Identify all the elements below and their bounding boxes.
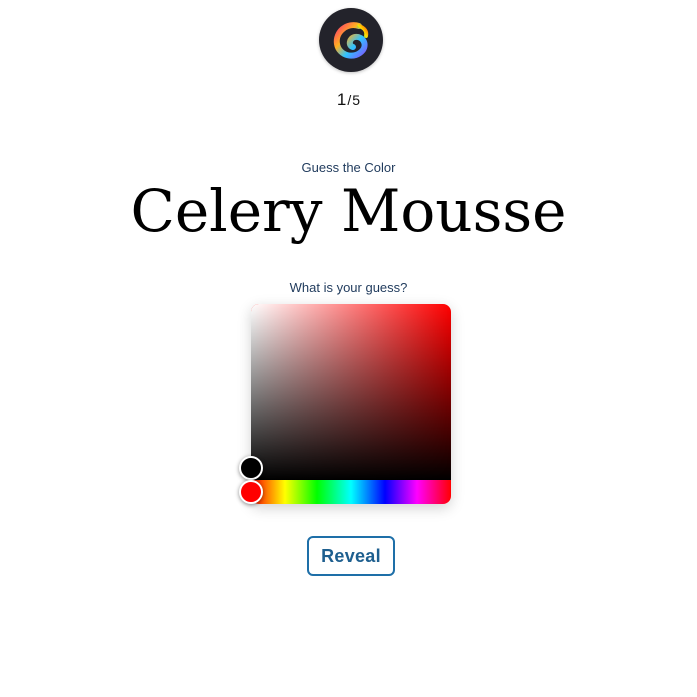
guess-label: What is your guess?: [289, 280, 408, 295]
color-picker: [239, 304, 451, 504]
swirl-logo-graphic: [333, 22, 369, 59]
swirl-logo-icon: [319, 8, 383, 72]
saturation-pointer[interactable]: [239, 456, 263, 480]
reveal-button[interactable]: Reveal: [307, 536, 395, 576]
current-round: 1: [336, 90, 347, 109]
total-rounds: 5: [352, 92, 361, 108]
saturation-area[interactable]: [251, 304, 451, 480]
round-counter: 1/5: [0, 90, 697, 110]
hue-slider[interactable]: [251, 480, 451, 504]
saturation-black-layer: [251, 304, 451, 480]
color-name-title: Celery Mousse: [130, 177, 567, 245]
hue-pointer[interactable]: [239, 480, 263, 504]
prompt-label: Guess the Color: [301, 160, 396, 175]
round-separator: /: [347, 92, 352, 108]
